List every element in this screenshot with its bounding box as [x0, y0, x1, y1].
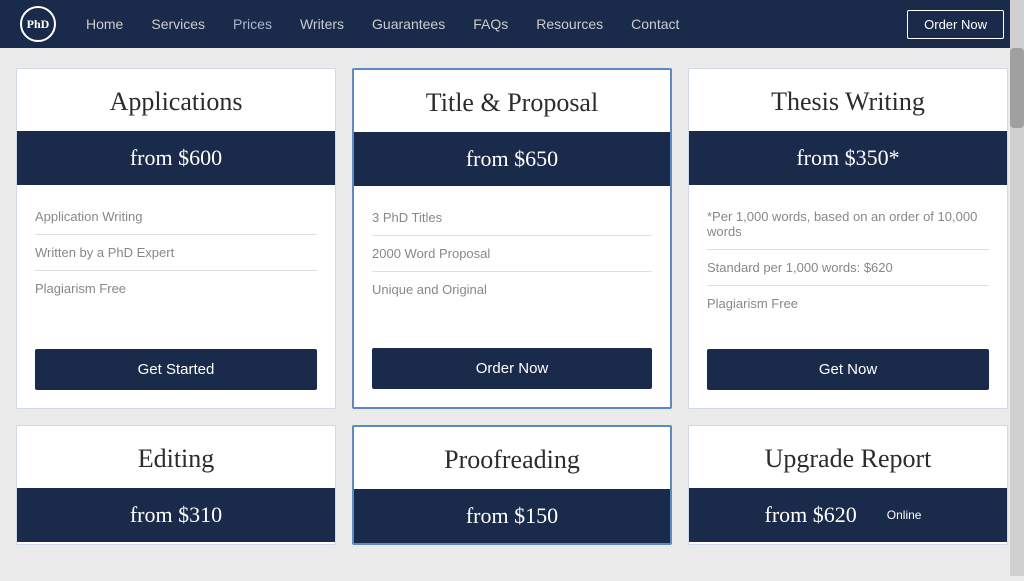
- logo[interactable]: PhD: [20, 6, 56, 42]
- card-proofreading: Proofreading from $150: [352, 425, 672, 545]
- nav-guarantees[interactable]: Guarantees: [372, 16, 445, 32]
- card-upgrade-report-title: Upgrade Report: [689, 426, 1007, 488]
- nav-contact[interactable]: Contact: [631, 16, 679, 32]
- card-applications-price: from $600: [17, 131, 335, 185]
- nav-services[interactable]: Services: [151, 16, 205, 32]
- nav-prices[interactable]: Prices: [233, 16, 272, 32]
- card-upgrade-report-price-text: from $620: [765, 502, 857, 528]
- nav-resources[interactable]: Resources: [536, 16, 603, 32]
- card-title-proposal-title: Title & Proposal: [354, 70, 670, 132]
- cards-row-2: Editing from $310 Proofreading from $150…: [16, 425, 1008, 545]
- nav-faqs[interactable]: FAQs: [473, 16, 508, 32]
- card-title-proposal-button[interactable]: Order Now: [372, 348, 652, 389]
- cards-row-1: Applications from $600 Application Writi…: [16, 68, 1008, 409]
- card-applications: Applications from $600 Application Writi…: [16, 68, 336, 409]
- card-applications-title: Applications: [17, 69, 335, 131]
- nav-order-button[interactable]: Order Now: [907, 10, 1004, 39]
- card-upgrade-report-price: from $620 Online: [689, 488, 1007, 542]
- main-content: Applications from $600 Application Writi…: [0, 48, 1024, 581]
- card-editing-price: from $310: [17, 488, 335, 542]
- nav-links: Home Services Prices Writers Guarantees …: [86, 16, 907, 32]
- feature-item: Standard per 1,000 words: $620: [707, 250, 989, 286]
- card-thesis-writing-title: Thesis Writing: [689, 69, 1007, 131]
- feature-item: *Per 1,000 words, based on an order of 1…: [707, 199, 989, 250]
- card-thesis-writing: Thesis Writing from $350* *Per 1,000 wor…: [688, 68, 1008, 409]
- feature-item: 2000 Word Proposal: [372, 236, 652, 272]
- feature-item: Plagiarism Free: [707, 286, 989, 321]
- card-thesis-writing-price: from $350*: [689, 131, 1007, 185]
- card-thesis-writing-features: *Per 1,000 words, based on an order of 1…: [689, 185, 1007, 335]
- navbar: PhD Home Services Prices Writers Guarant…: [0, 0, 1024, 48]
- nav-writers[interactable]: Writers: [300, 16, 344, 32]
- card-upgrade-report: Upgrade Report from $620 Online: [688, 425, 1008, 545]
- card-proofreading-title: Proofreading: [354, 427, 670, 489]
- feature-item: Written by a PhD Expert: [35, 235, 317, 271]
- online-badge: Online: [877, 504, 932, 526]
- feature-item: Unique and Original: [372, 272, 652, 307]
- feature-item: Application Writing: [35, 199, 317, 235]
- card-title-proposal: Title & Proposal from $650 3 PhD Titles …: [352, 68, 672, 409]
- card-thesis-writing-button[interactable]: Get Now: [707, 349, 989, 390]
- scrollbar-track[interactable]: [1010, 0, 1024, 576]
- feature-item: 3 PhD Titles: [372, 200, 652, 236]
- card-applications-button[interactable]: Get Started: [35, 349, 317, 390]
- logo-text: PhD: [27, 17, 50, 32]
- card-title-proposal-price: from $650: [354, 132, 670, 186]
- card-title-proposal-features: 3 PhD Titles 2000 Word Proposal Unique a…: [354, 186, 670, 334]
- card-proofreading-price: from $150: [354, 489, 670, 543]
- nav-home[interactable]: Home: [86, 16, 123, 32]
- card-applications-features: Application Writing Written by a PhD Exp…: [17, 185, 335, 335]
- feature-item: Plagiarism Free: [35, 271, 317, 306]
- card-editing: Editing from $310: [16, 425, 336, 545]
- card-editing-title: Editing: [17, 426, 335, 488]
- scrollbar-thumb[interactable]: [1010, 48, 1024, 128]
